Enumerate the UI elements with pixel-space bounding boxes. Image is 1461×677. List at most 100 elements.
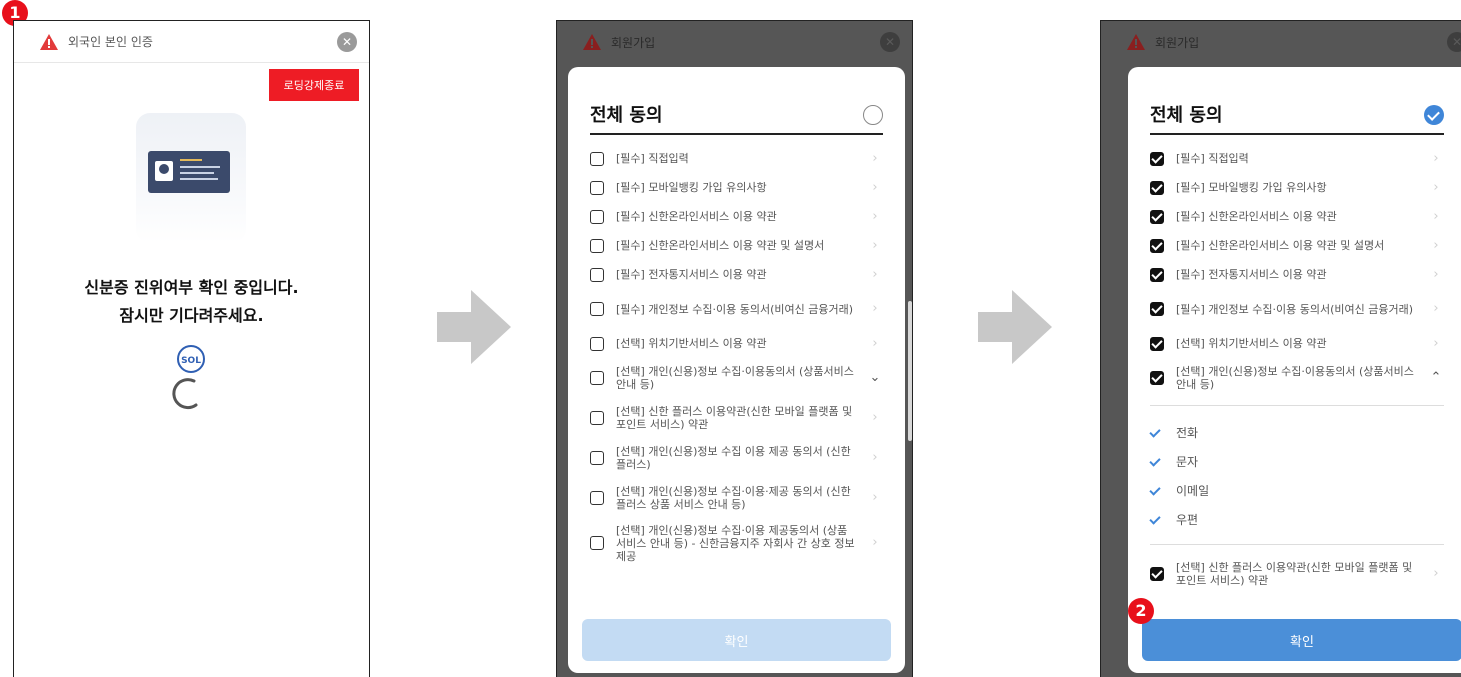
- terms-item[interactable]: [필수] 모바일뱅킹 가입 유의사항 ›: [590, 176, 883, 199]
- chevron-right-icon[interactable]: ›: [867, 336, 883, 352]
- checkbox-checked-icon[interactable]: [1150, 267, 1164, 282]
- screen-title: 외국인 본인 인증: [68, 35, 153, 49]
- chevron-right-icon[interactable]: ›: [1428, 336, 1444, 352]
- warning-icon: [583, 34, 601, 50]
- chevron-right-icon[interactable]: ›: [1428, 566, 1444, 582]
- terms-item[interactable]: [선택] 위치기반서비스 이용 약관 ›: [1150, 332, 1444, 355]
- close-icon[interactable]: ✕: [880, 32, 900, 52]
- checkbox-icon[interactable]: [590, 180, 604, 195]
- check-icon: [1149, 425, 1161, 438]
- chevron-right-icon[interactable]: ›: [1428, 238, 1444, 254]
- chevron-right-icon[interactable]: ›: [1428, 267, 1444, 283]
- terms-item[interactable]: [필수] 전자통지서비스 이용 약관 ›: [1150, 263, 1444, 286]
- channel-option[interactable]: 이메일: [1149, 476, 1444, 505]
- checkbox-icon[interactable]: [590, 451, 604, 465]
- terms-item[interactable]: [선택] 신한 플러스 이용약관(신한 모바일 플랫폼 및 포인트 서비스) 약…: [1150, 557, 1444, 591]
- check-icon: [1149, 454, 1161, 467]
- channel-option[interactable]: 우편: [1149, 505, 1444, 534]
- terms-item[interactable]: [선택] 개인(신용)정보 수집·이용동의서 (상품서비스 안내 등) ⌄: [590, 361, 883, 395]
- terms-list: [필수] 직접입력 › [필수] 모바일뱅킹 가입 유의사항 › [필수] 신한온라…: [1149, 147, 1444, 591]
- close-icon[interactable]: ✕: [337, 32, 357, 52]
- chevron-right-icon[interactable]: ›: [867, 410, 883, 426]
- agree-all-label: 전체 동의: [590, 105, 663, 126]
- checkbox-checked-icon[interactable]: [1150, 336, 1164, 351]
- chevron-right-icon[interactable]: ›: [867, 180, 883, 196]
- terms-item[interactable]: [선택] 신한 플러스 이용약관(신한 모바일 플랫폼 및 포인트 서비스) 약…: [590, 401, 883, 435]
- terms-item[interactable]: [선택] 개인(신용)정보 수집 이용 제공 동의서 (신한플러스) ›: [590, 441, 883, 475]
- checkbox-icon[interactable]: [590, 267, 604, 282]
- arrow-right-icon: [978, 290, 1052, 364]
- terms-item[interactable]: [필수] 개인정보 수집·이용 동의서(비여신 금융거래) ›: [1150, 292, 1444, 326]
- phone-id-illustration: [136, 113, 246, 243]
- screen-title: 회원가입: [1155, 35, 1200, 50]
- check-icon: [1149, 483, 1161, 496]
- chevron-right-icon[interactable]: ›: [1428, 301, 1444, 317]
- terms-item[interactable]: [선택] 개인(신용)정보 수집·이용 제공동의서 (상품서비스 안내 등) -…: [590, 521, 883, 565]
- step-badge-2: 2: [1128, 598, 1154, 624]
- terms-item[interactable]: [필수] 신한온라인서비스 이용 약관 및 설명서 ›: [1150, 234, 1444, 257]
- checkbox-icon[interactable]: [590, 209, 604, 224]
- loading-spinner-icon: [172, 378, 198, 410]
- chevron-right-icon[interactable]: ›: [867, 301, 883, 317]
- chevron-right-icon[interactable]: ›: [867, 267, 883, 283]
- terms-item-expanded[interactable]: [선택] 개인(신용)정보 수집·이용동의서 (상품서비스 안내 등) ⌃: [1150, 361, 1444, 395]
- phone-screen-terms-unchecked: 회원가입 ✕ 전체 동의 [필수] 직접입력 › [필수] 모바일뱅킹 가입 유의…: [556, 20, 913, 677]
- agree-all-checkbox[interactable]: [863, 105, 883, 125]
- channel-option[interactable]: 전화: [1149, 418, 1444, 447]
- chevron-right-icon[interactable]: ›: [867, 450, 883, 466]
- terms-item[interactable]: [필수] 개인정보 수집·이용 동의서(비여신 금융거래) ›: [590, 292, 883, 326]
- phone-screen-id-verification: 외국인 본인 인증 ✕ 로딩강제종료 신분증 진위여부 확인 중입니다. 잠시만…: [13, 20, 370, 677]
- chevron-right-icon[interactable]: ›: [867, 535, 883, 551]
- checkbox-checked-icon[interactable]: [1150, 209, 1164, 224]
- checkbox-checked-icon[interactable]: [1150, 238, 1164, 253]
- terms-item[interactable]: [필수] 직접입력 ›: [590, 147, 883, 170]
- chevron-right-icon[interactable]: ›: [867, 490, 883, 506]
- checkbox-icon[interactable]: [590, 371, 604, 385]
- screen-header: 회원가입 ✕: [1101, 21, 1461, 63]
- scrollbar[interactable]: [908, 301, 912, 441]
- terms-item[interactable]: [필수] 신한온라인서비스 이용 약관 ›: [1150, 205, 1444, 228]
- chevron-right-icon[interactable]: ›: [1428, 180, 1444, 196]
- verification-message-line1: 신분증 진위여부 확인 중입니다.: [84, 278, 299, 297]
- checkbox-checked-icon[interactable]: [1150, 302, 1164, 316]
- chevron-right-icon[interactable]: ›: [1428, 209, 1444, 225]
- divider: [1150, 133, 1444, 135]
- checkbox-icon[interactable]: [590, 302, 604, 316]
- arrow-right-icon: [437, 290, 511, 364]
- checkbox-icon[interactable]: [590, 411, 604, 425]
- terms-item[interactable]: [필수] 전자통지서비스 이용 약관 ›: [590, 263, 883, 286]
- checkbox-checked-icon[interactable]: [1150, 151, 1164, 166]
- chevron-right-icon[interactable]: ›: [867, 151, 883, 167]
- close-icon[interactable]: ✕: [1447, 32, 1461, 52]
- checkbox-icon[interactable]: [590, 491, 604, 505]
- checkbox-icon[interactable]: [590, 536, 604, 550]
- terms-item[interactable]: [필수] 모바일뱅킹 가입 유의사항 ›: [1150, 176, 1444, 199]
- screen-header: 회원가입 ✕: [557, 21, 912, 63]
- terms-item[interactable]: [필수] 신한온라인서비스 이용 약관 ›: [590, 205, 883, 228]
- checkbox-checked-icon[interactable]: [1150, 180, 1164, 195]
- chevron-down-icon[interactable]: ⌄: [867, 370, 883, 386]
- chevron-up-icon[interactable]: ⌃: [1428, 370, 1444, 386]
- chevron-right-icon[interactable]: ›: [1428, 151, 1444, 167]
- terms-item[interactable]: [필수] 신한온라인서비스 이용 약관 및 설명서 ›: [590, 234, 883, 257]
- agree-all-label: 전체 동의: [1150, 105, 1223, 126]
- terms-item[interactable]: [선택] 위치기반서비스 이용 약관 ›: [590, 332, 883, 355]
- checkbox-checked-icon[interactable]: [1150, 371, 1164, 385]
- force-quit-loading-button[interactable]: 로딩강제종료: [269, 69, 359, 101]
- checkbox-icon[interactable]: [590, 238, 604, 253]
- terms-item[interactable]: [필수] 직접입력 ›: [1150, 147, 1444, 170]
- check-icon: [1149, 512, 1161, 525]
- confirm-button[interactable]: 확인: [582, 619, 891, 661]
- terms-item[interactable]: [선택] 개인(신용)정보 수집·이용·제공 동의서 (신한플러스 상품 서비스…: [590, 481, 883, 515]
- terms-sheet: 전체 동의 [필수] 직접입력 › [필수] 모바일뱅킹 가입 유의사항 › [필수…: [1128, 67, 1461, 673]
- warning-icon: [40, 33, 58, 50]
- confirm-button[interactable]: 확인: [1142, 619, 1461, 661]
- channel-option[interactable]: 문자: [1149, 447, 1444, 476]
- chevron-right-icon[interactable]: ›: [867, 209, 883, 225]
- chevron-right-icon[interactable]: ›: [867, 238, 883, 254]
- checkbox-icon[interactable]: [590, 151, 604, 166]
- checkbox-checked-icon[interactable]: [1150, 567, 1164, 581]
- screen-header: 외국인 본인 인증 ✕: [14, 21, 369, 63]
- checkbox-icon[interactable]: [590, 336, 604, 351]
- agree-all-checkbox-checked[interactable]: [1424, 105, 1444, 125]
